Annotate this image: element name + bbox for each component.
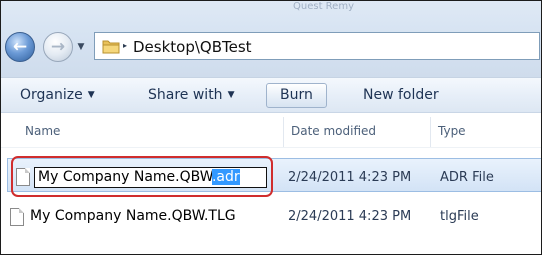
share-with-button[interactable]: Share with ▼ (148, 83, 234, 108)
new-folder-button[interactable]: New folder (363, 83, 439, 108)
header-separator (1, 147, 541, 148)
burn-button[interactable]: Burn (266, 83, 327, 108)
burn-label: Burn (280, 87, 313, 103)
recent-pages-dropdown-icon[interactable]: ▼ (76, 42, 86, 52)
highlight-annotation-ring (11, 156, 273, 197)
window-title-ghost: Quest Remy (293, 1, 354, 12)
explorer-window: Quest Remy ← → ▼ ▸ Desktop\QBTest Organi… (0, 0, 542, 255)
address-path: Desktop\QBTest (133, 38, 252, 56)
file-date-modified: 2/24/2011 4:23 PM (288, 209, 412, 224)
column-divider[interactable] (430, 117, 431, 147)
file-type: ADR File (440, 170, 494, 185)
command-bar: Organize ▼ Share with ▼ Burn New folder (1, 77, 541, 113)
column-header-name[interactable]: Name (25, 123, 60, 139)
forward-button[interactable]: → (43, 32, 73, 62)
organize-label: Organize (20, 87, 83, 103)
breadcrumb-chevron-icon[interactable]: ▸ (123, 41, 127, 51)
chevron-down-icon: ▼ (227, 90, 235, 100)
file-name[interactable]: My Company Name.QBW.TLG (30, 207, 236, 225)
back-arrow-icon: ← (12, 36, 28, 57)
column-divider[interactable] (283, 117, 284, 147)
chevron-down-icon: ▼ (87, 90, 95, 100)
share-with-label: Share with (148, 87, 223, 103)
forward-arrow-icon: → (50, 36, 66, 57)
file-icon (10, 208, 24, 226)
column-header-date-modified[interactable]: Date modified (291, 123, 376, 139)
file-type: tlgFile (440, 209, 479, 224)
navigation-bar: Quest Remy ← → ▼ ▸ Desktop\QBTest (1, 1, 541, 77)
organize-button[interactable]: Organize ▼ (20, 83, 95, 108)
new-folder-label: New folder (363, 87, 439, 103)
back-button[interactable]: ← (5, 32, 35, 62)
column-header-type[interactable]: Type (438, 123, 466, 139)
file-date-modified: 2/24/2011 4:23 PM (288, 170, 412, 185)
address-bar[interactable]: ▸ Desktop\QBTest (94, 32, 540, 60)
folder-icon (102, 40, 120, 54)
